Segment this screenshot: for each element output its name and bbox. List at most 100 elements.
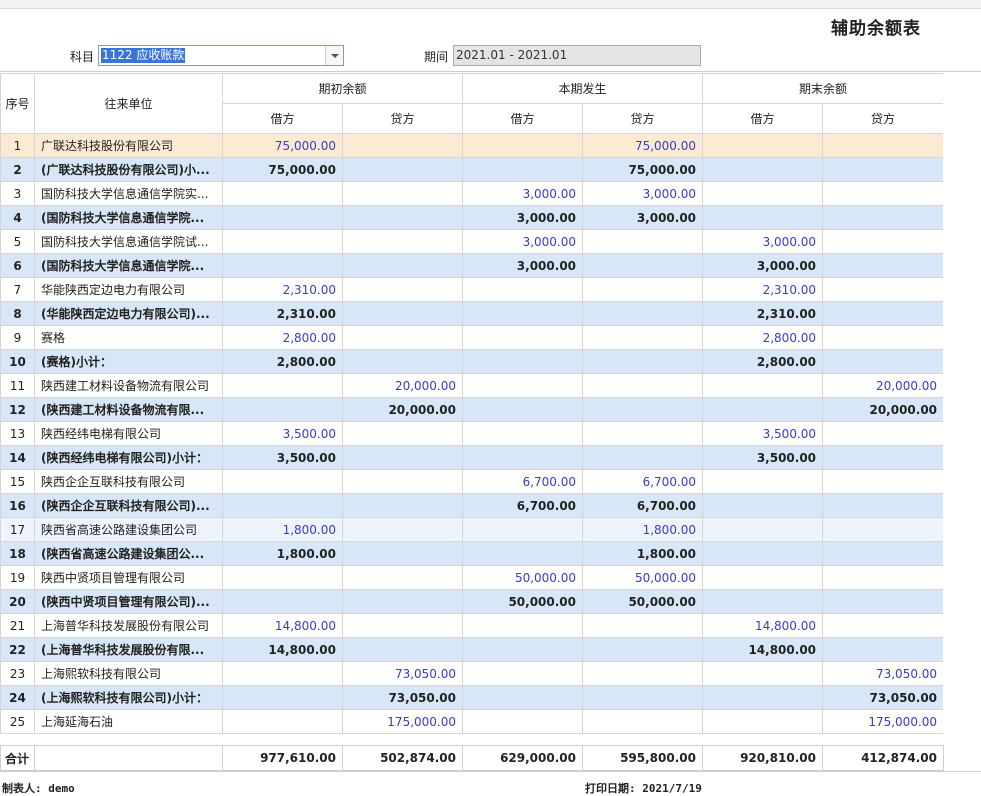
subject-value[interactable]: 1122 应收账款 [101,48,186,63]
period-credit-cell[interactable] [582,613,704,638]
opening-debit-cell[interactable]: 2,800.00 [222,325,343,350]
row-index[interactable]: 6 [0,253,35,278]
opening-debit-cell[interactable] [222,229,343,254]
unit-name-cell[interactable]: 上海普华科技发展股份有限公司 [34,613,223,638]
row-index[interactable]: 16 [0,493,35,518]
period-credit-cell[interactable]: 1,800.00 [582,541,704,566]
opening-debit-cell[interactable]: 2,800.00 [222,349,343,374]
table-row[interactable]: 19 陕西中贤项目管理有限公司 50,000.00 50,000.00 [0,565,943,590]
period-credit-cell[interactable] [582,301,704,326]
unit-name-cell[interactable]: (上海普华科技发展股份有限... [34,637,223,662]
opening-credit-cell[interactable] [341,445,464,470]
period-debit-cell[interactable] [462,133,584,158]
period-field[interactable]: 2021.01 - 2021.01 [453,45,701,66]
closing-credit-cell[interactable] [822,613,943,638]
row-index[interactable]: 2 [0,157,35,182]
opening-debit-cell[interactable] [222,493,343,518]
subject-combobox[interactable]: 1122 应收账款 [98,45,344,66]
opening-credit-cell[interactable] [341,325,464,350]
balance-grid[interactable]: 序号 往来单位 期初余额 本期发生 期末余额 借方 贷方 借方 贷方 借方 贷方… [0,73,943,745]
closing-credit-cell[interactable] [822,421,943,446]
period-credit-cell[interactable] [582,661,704,686]
opening-debit-cell[interactable] [222,565,343,590]
period-credit-cell[interactable] [582,325,704,350]
closing-credit-cell[interactable] [822,565,943,590]
closing-credit-cell[interactable] [822,349,943,374]
closing-debit-cell[interactable] [702,373,824,398]
closing-credit-cell[interactable] [822,445,943,470]
period-debit-cell[interactable] [462,277,584,302]
period-credit-cell[interactable]: 3,000.00 [582,181,704,206]
closing-credit-cell[interactable] [822,493,943,518]
period-debit-cell[interactable] [462,613,584,638]
closing-debit-cell[interactable] [702,157,824,182]
subtotal-row[interactable]: 10 (赛格)小计： 2,800.00 2,800.00 [0,349,943,374]
period-credit-cell[interactable] [582,637,704,662]
period-debit-cell[interactable]: 3,000.00 [462,205,584,230]
opening-credit-cell[interactable] [341,493,464,518]
row-index[interactable]: 9 [0,325,35,350]
opening-debit-cell[interactable] [222,205,343,230]
subtotal-row[interactable]: 2 (广联达科技股份有限公司)小... 75,000.00 75,000.00 [0,157,943,182]
period-debit-cell[interactable]: 3,000.00 [462,229,584,254]
period-debit-cell[interactable] [462,517,584,542]
closing-debit-cell[interactable]: 2,310.00 [702,277,824,302]
closing-credit-cell[interactable]: 73,050.00 [822,661,943,686]
closing-credit-cell[interactable] [822,253,943,278]
period-credit-cell[interactable] [582,229,704,254]
opening-credit-cell[interactable] [341,301,464,326]
period-credit-cell[interactable] [582,685,704,710]
opening-debit-cell[interactable]: 75,000.00 [222,133,343,158]
opening-debit-cell[interactable]: 3,500.00 [222,421,343,446]
period-debit-cell[interactable]: 6,700.00 [462,469,584,494]
period-credit-cell[interactable] [582,397,704,422]
row-index[interactable]: 10 [0,349,35,374]
opening-credit-cell[interactable] [341,613,464,638]
row-index[interactable]: 5 [0,229,35,254]
unit-name-cell[interactable]: (陕西企企互联科技有限公司)... [34,493,223,518]
subtotal-row[interactable]: 4 (国防科技大学信息通信学院... 3,000.00 3,000.00 [0,205,943,230]
table-row[interactable]: 17 陕西省高速公路建设集团公司 1,800.00 1,800.00 [0,517,943,542]
col-header-closing-debit[interactable]: 借方 [702,103,824,134]
unit-name-cell[interactable]: 陕西经纬电梯有限公司 [34,421,223,446]
unit-name-cell[interactable]: 国防科技大学信息通信学院实... [34,181,223,206]
unit-name-cell[interactable]: 陕西建工材料设备物流有限公司 [34,373,223,398]
closing-credit-cell[interactable] [822,157,943,182]
closing-debit-cell[interactable]: 3,500.00 [702,445,824,470]
closing-debit-cell[interactable]: 2,310.00 [702,301,824,326]
period-credit-cell[interactable] [582,709,704,734]
opening-debit-cell[interactable]: 3,500.00 [222,445,343,470]
closing-credit-cell[interactable]: 20,000.00 [822,397,943,422]
closing-credit-cell[interactable]: 20,000.00 [822,373,943,398]
opening-credit-cell[interactable]: 175,000.00 [341,709,464,734]
subtotal-row[interactable]: 8 (华能陕西定边电力有限公司)... 2,310.00 2,310.00 [0,301,943,326]
period-credit-cell[interactable] [582,445,704,470]
period-credit-cell[interactable] [582,349,704,374]
period-credit-cell[interactable]: 50,000.00 [582,565,704,590]
period-credit-cell[interactable] [582,421,704,446]
period-debit-cell[interactable] [462,421,584,446]
unit-name-cell[interactable]: (陕西省高速公路建设集团公... [34,541,223,566]
subtotal-row[interactable]: 16 (陕西企企互联科技有限公司)... 6,700.00 6,700.00 [0,493,943,518]
closing-debit-cell[interactable]: 3,000.00 [702,253,824,278]
closing-credit-cell[interactable] [822,517,943,542]
closing-credit-cell[interactable] [822,229,943,254]
opening-debit-cell[interactable]: 1,800.00 [222,517,343,542]
opening-credit-cell[interactable]: 20,000.00 [341,373,464,398]
row-index[interactable]: 23 [0,661,35,686]
table-row[interactable]: 3 国防科技大学信息通信学院实... 3,000.00 3,000.00 [0,181,943,206]
closing-debit-cell[interactable] [702,469,824,494]
row-index[interactable]: 7 [0,277,35,302]
closing-credit-cell[interactable] [822,277,943,302]
closing-credit-cell[interactable] [822,301,943,326]
unit-name-cell[interactable]: (国防科技大学信息通信学院... [34,205,223,230]
opening-credit-cell[interactable] [341,277,464,302]
col-header-opening-credit[interactable]: 贷方 [341,103,464,134]
closing-credit-cell[interactable]: 73,050.00 [822,685,943,710]
opening-debit-cell[interactable] [222,373,343,398]
opening-credit-cell[interactable]: 73,050.00 [341,661,464,686]
row-index[interactable]: 18 [0,541,35,566]
col-header-period-credit[interactable]: 贷方 [582,103,704,134]
unit-name-cell[interactable]: 国防科技大学信息通信学院试... [34,229,223,254]
unit-name-cell[interactable]: 赛格 [34,325,223,350]
